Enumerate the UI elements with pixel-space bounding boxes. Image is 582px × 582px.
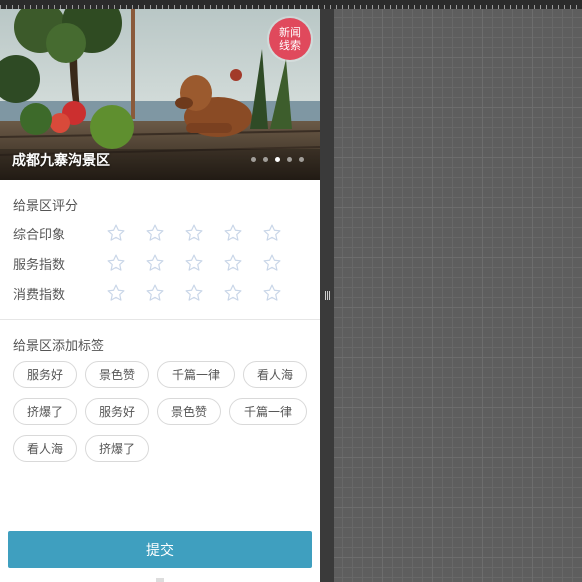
star-rating — [106, 252, 301, 274]
tag-list: 服务好 景色赞 千篇一律 看人海 挤爆了 服务好 景色赞 千篇一律 看人海 挤爆了 — [13, 361, 313, 472]
badge-line-2: 线索 — [279, 39, 301, 52]
star-icon[interactable] — [262, 282, 301, 304]
scroll-marker — [156, 578, 164, 582]
tag-chip[interactable]: 挤爆了 — [85, 435, 149, 462]
tag-chip[interactable]: 千篇一律 — [157, 361, 235, 388]
star-icon[interactable] — [145, 222, 184, 244]
carousel-dots — [251, 157, 304, 162]
tag-chip[interactable]: 服务好 — [13, 361, 77, 388]
star-icon[interactable] — [184, 222, 223, 244]
rating-row: 消费指数 — [13, 282, 313, 304]
star-icon[interactable] — [184, 282, 223, 304]
tag-chip[interactable]: 服务好 — [85, 398, 149, 425]
tag-chip[interactable]: 景色赞 — [157, 398, 221, 425]
scenic-area-title: 成都九寨沟景区 — [12, 153, 110, 169]
design-canvas-grid[interactable] — [334, 9, 582, 582]
section-divider — [0, 319, 320, 320]
star-icon[interactable] — [145, 282, 184, 304]
star-icon[interactable] — [106, 252, 145, 274]
tag-row: 看人海 挤爆了 — [13, 435, 313, 462]
rating-label: 消费指数 — [13, 287, 66, 303]
star-icon[interactable] — [106, 282, 145, 304]
submit-button[interactable]: 提交 — [8, 531, 312, 568]
carousel-dot[interactable] — [251, 157, 256, 162]
carousel-dot[interactable] — [263, 157, 268, 162]
rating-row: 综合印象 — [13, 222, 313, 244]
star-icon[interactable] — [223, 252, 262, 274]
carousel-dot[interactable] — [299, 157, 304, 162]
tag-chip[interactable]: 千篇一律 — [229, 398, 307, 425]
hero-carousel[interactable]: 新闻 线索 成都九寨沟景区 — [0, 9, 320, 180]
rating-section-title: 给景区评分 — [13, 199, 79, 214]
star-icon[interactable] — [262, 222, 301, 244]
tag-chip[interactable]: 景色赞 — [85, 361, 149, 388]
carousel-dot[interactable] — [275, 157, 280, 162]
tag-chip[interactable]: 看人海 — [13, 435, 77, 462]
tag-chip[interactable]: 挤爆了 — [13, 398, 77, 425]
rating-label: 综合印象 — [13, 227, 66, 243]
grip-icon — [324, 291, 330, 300]
star-icon[interactable] — [184, 252, 223, 274]
phone-preview: 新闻 线索 成都九寨沟景区 给景区评分 综合印象服务指数消费指数 给景区添加标签… — [0, 9, 320, 582]
tag-row: 服务好 景色赞 千篇一律 看人海 — [13, 361, 313, 388]
tag-chip[interactable]: 看人海 — [243, 361, 307, 388]
news-clue-badge[interactable]: 新闻 线索 — [269, 18, 311, 60]
star-icon[interactable] — [223, 282, 262, 304]
star-rating — [106, 222, 301, 244]
rating-row: 服务指数 — [13, 252, 313, 274]
tags-section-title: 给景区添加标签 — [13, 339, 105, 354]
star-icon[interactable] — [106, 222, 145, 244]
rating-label: 服务指数 — [13, 257, 66, 273]
tag-row: 挤爆了 服务好 景色赞 千篇一律 — [13, 398, 313, 425]
star-rating — [106, 282, 301, 304]
star-icon[interactable] — [262, 252, 301, 274]
top-ruler — [0, 0, 582, 9]
badge-line-1: 新闻 — [279, 26, 301, 39]
star-icon[interactable] — [223, 222, 262, 244]
carousel-dot[interactable] — [287, 157, 292, 162]
panel-splitter-handle[interactable] — [320, 9, 334, 582]
star-icon[interactable] — [145, 252, 184, 274]
